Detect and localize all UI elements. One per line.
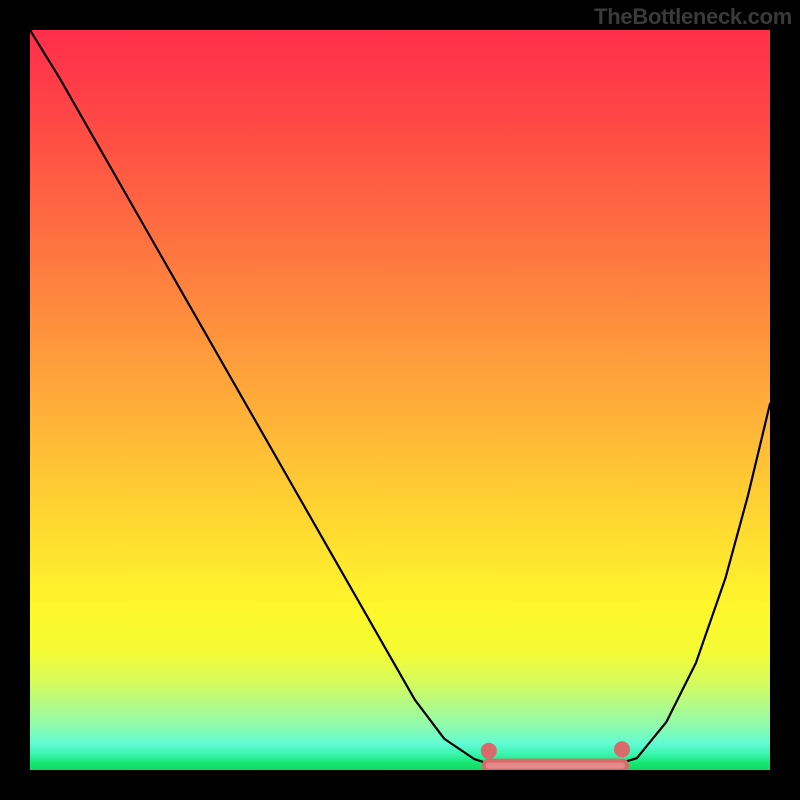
flat-minimum-right-dot (614, 741, 630, 757)
curve-svg (30, 30, 770, 770)
flat-minimum-left-dot (481, 743, 497, 759)
plot-area (30, 30, 770, 770)
chart-container: TheBottleneck.com (0, 0, 800, 800)
bottleneck-curve (30, 30, 770, 768)
watermark-text: TheBottleneck.com (594, 4, 792, 30)
